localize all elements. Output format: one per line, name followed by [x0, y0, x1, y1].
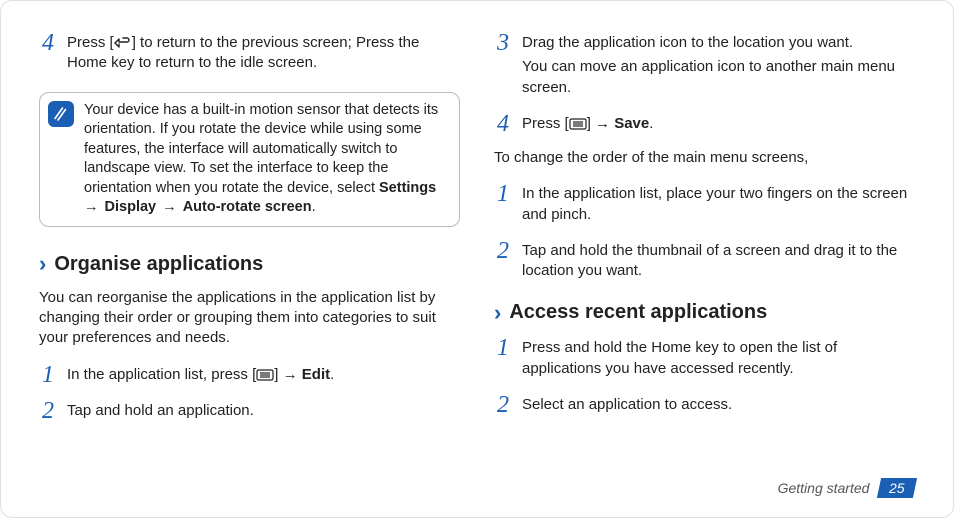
chevron-right-icon: ›	[494, 302, 501, 324]
left-column: 4 Press [] to return to the previous scr…	[39, 31, 460, 467]
step-text: Press and hold the Home key to open the …	[522, 338, 915, 379]
section-heading: › Access recent applications	[494, 301, 915, 324]
step-number: 4	[494, 114, 512, 134]
step-item: 3 Drag the application icon to the locat…	[494, 33, 915, 98]
manual-page: 4 Press [] to return to the previous scr…	[0, 0, 954, 518]
note-bold: Auto-rotate screen	[183, 199, 312, 215]
step-item: 4 Press [] to return to the previous scr…	[39, 33, 460, 74]
menu-key-icon	[569, 118, 587, 130]
step-body: Press [ ] → Save.	[522, 114, 915, 134]
section-intro: To change the order of the main menu scr…	[494, 148, 915, 168]
step-body: Select an application to access.	[522, 395, 915, 415]
step-number: 2	[494, 395, 512, 415]
heading-text: Organise applications	[54, 253, 263, 276]
step-text: Press [	[67, 34, 114, 51]
step-number: 4	[39, 33, 57, 74]
step-item: 1 In the application list, place your tw…	[494, 184, 915, 225]
right-column: 3 Drag the application icon to the locat…	[494, 31, 915, 467]
step-bold: Edit	[302, 366, 330, 383]
note-text: .	[312, 199, 316, 215]
step-text: Press [	[522, 115, 569, 132]
note-body: Your device has a built-in motion sensor…	[84, 101, 449, 218]
step-number: 1	[39, 365, 57, 385]
section-heading: › Organise applications	[39, 253, 460, 276]
step-item: 1 In the application list, press [ ] → Ed…	[39, 365, 460, 385]
step-item: 1 Press and hold the Home key to open th…	[494, 338, 915, 379]
step-text: In the application list, press [	[67, 366, 256, 383]
step-text: You can move an application icon to anot…	[522, 57, 915, 98]
step-number: 2	[39, 401, 57, 421]
step-text: ] →	[274, 366, 302, 383]
step-body: Press and hold the Home key to open the …	[522, 338, 915, 379]
page-footer: Getting started 25	[39, 475, 915, 501]
step-number: 3	[494, 33, 512, 98]
step-number: 1	[494, 338, 512, 379]
footer-section: Getting started	[778, 480, 870, 496]
step-text: .	[330, 366, 334, 383]
step-text: Drag the application icon to the locatio…	[522, 33, 915, 53]
step-text: .	[649, 115, 653, 132]
step-item: 2 Tap and hold the thumbnail of a screen…	[494, 241, 915, 282]
step-text: ] →	[587, 115, 615, 132]
back-key-icon	[114, 37, 132, 49]
step-body: Drag the application icon to the locatio…	[522, 33, 915, 98]
note-box: Your device has a built-in motion sensor…	[39, 92, 460, 227]
page-number-badge: 25	[877, 478, 917, 498]
step-body: Tap and hold an application.	[67, 401, 460, 421]
step-body: Press [] to return to the previous scree…	[67, 33, 460, 74]
note-icon	[48, 101, 74, 127]
step-number: 1	[494, 184, 512, 225]
step-bold: Save	[614, 115, 649, 132]
step-body: Tap and hold the thumbnail of a screen a…	[522, 241, 915, 282]
step-text: Tap and hold an application.	[67, 401, 460, 421]
step-text: Select an application to access.	[522, 395, 915, 415]
step-item: 2 Select an application to access.	[494, 395, 915, 415]
arrow-text: →	[156, 199, 183, 215]
heading-text: Access recent applications	[509, 301, 767, 324]
chevron-right-icon: ›	[39, 253, 46, 275]
step-body: In the application list, press [ ] → Edit…	[67, 365, 460, 385]
step-text: In the application list, place your two …	[522, 184, 915, 225]
step-text: Tap and hold the thumbnail of a screen a…	[522, 241, 915, 282]
two-column-layout: 4 Press [] to return to the previous scr…	[39, 31, 915, 467]
step-item: 4 Press [ ] → Save.	[494, 114, 915, 134]
step-number: 2	[494, 241, 512, 282]
note-bold: Settings	[379, 180, 436, 196]
menu-key-icon	[256, 369, 274, 381]
step-item: 2 Tap and hold an application.	[39, 401, 460, 421]
section-intro: You can reorganise the applications in t…	[39, 288, 460, 349]
page-number: 25	[889, 480, 905, 496]
step-body: In the application list, place your two …	[522, 184, 915, 225]
note-bold: Display	[105, 199, 157, 215]
